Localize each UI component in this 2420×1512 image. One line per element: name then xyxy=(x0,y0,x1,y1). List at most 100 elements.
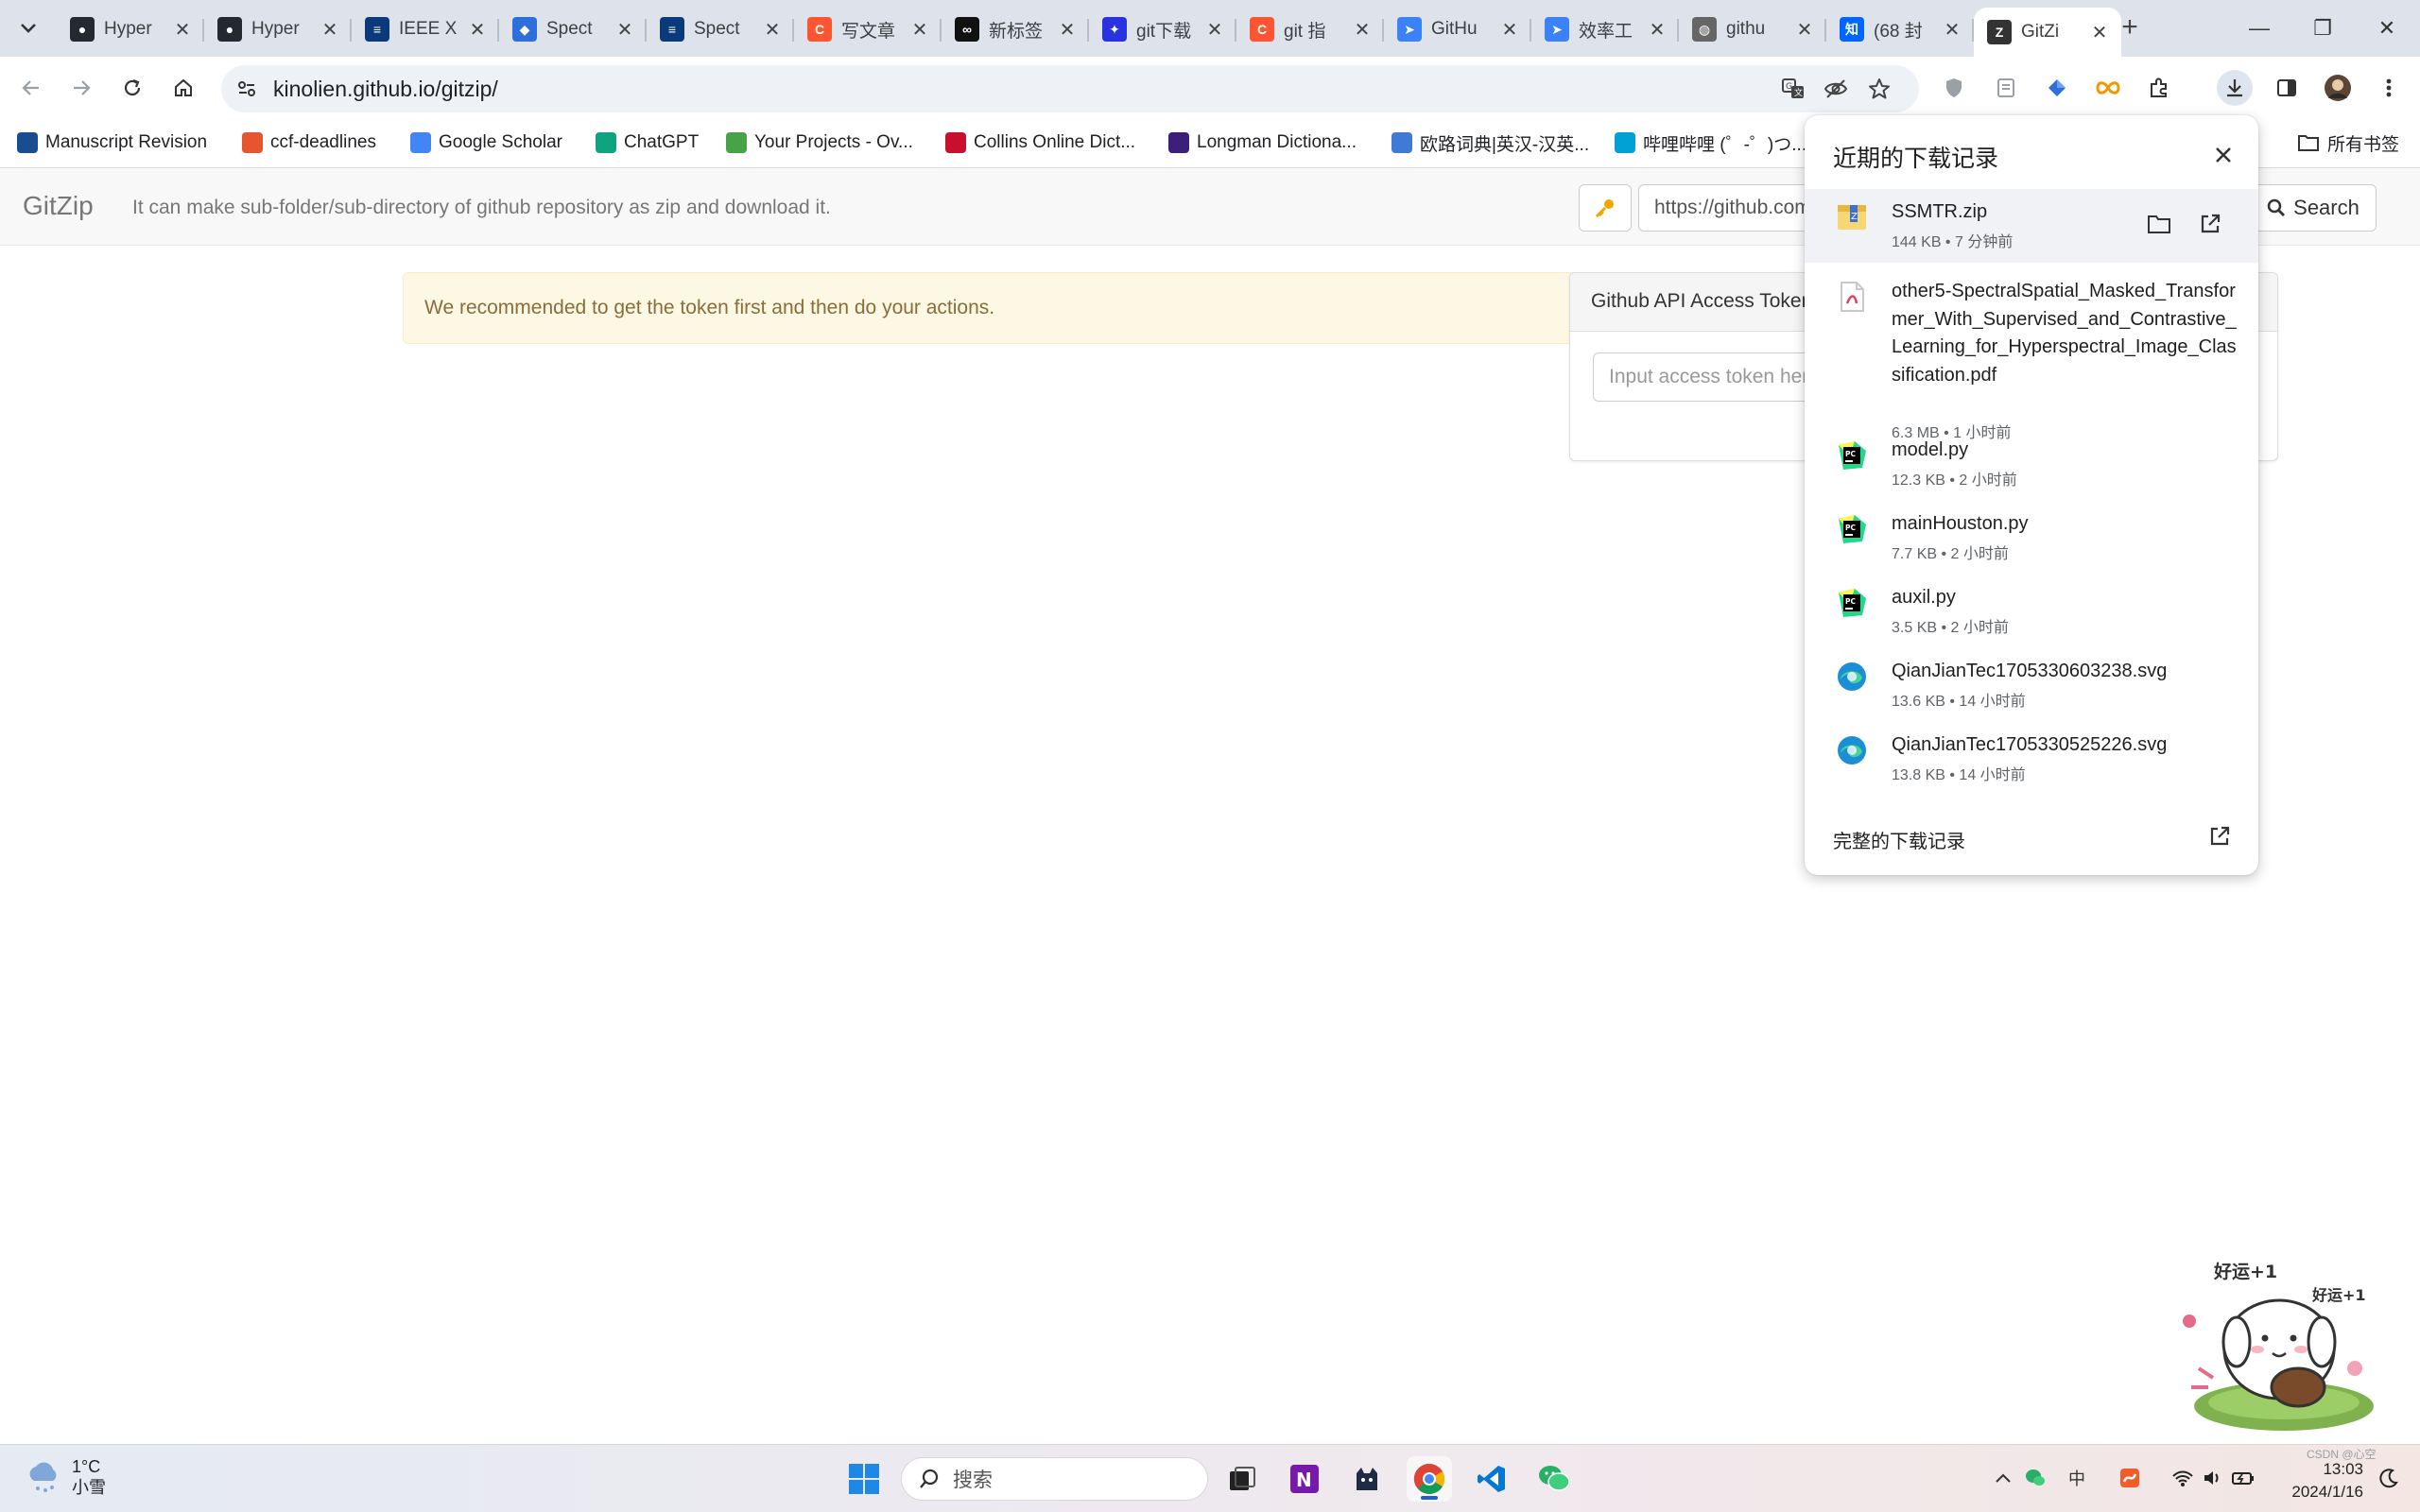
download-item[interactable]: other5-SpectralSpatial_Masked_Transforme… xyxy=(1805,263,2258,441)
task-view-icon[interactable] xyxy=(1219,1456,1265,1502)
tab-close-icon[interactable]: ✕ xyxy=(1352,18,1373,42)
tab-close-icon[interactable]: ✕ xyxy=(762,18,783,42)
downloads-button[interactable] xyxy=(2217,70,2253,106)
tab-title: Spect xyxy=(546,19,593,39)
tab-close-icon[interactable]: ✕ xyxy=(1794,18,1815,42)
bookmark-label: Your Projects - Ov... xyxy=(754,132,913,152)
wechat-icon[interactable] xyxy=(1531,1456,1577,1502)
open-external-icon[interactable] xyxy=(2202,818,2238,854)
bookmark-star-icon[interactable] xyxy=(1865,75,1893,103)
tray-app-icon[interactable] xyxy=(2116,1464,2144,1492)
show-in-folder-icon[interactable] xyxy=(2141,206,2177,242)
eye-off-icon[interactable] xyxy=(1822,75,1850,103)
tab-close-icon[interactable]: ✕ xyxy=(1204,18,1225,42)
tab-title: git 指 xyxy=(1284,21,1326,42)
restore-button[interactable]: ❐ xyxy=(2290,0,2356,57)
tab-4[interactable]: ≡ Spect ✕ xyxy=(647,8,794,51)
bookmark-item[interactable]: Manuscript Revision xyxy=(17,129,207,157)
translate-icon[interactable]: G文 xyxy=(1779,75,1807,103)
open-file-icon[interactable] xyxy=(2192,206,2228,242)
tray-wechat-icon[interactable] xyxy=(2021,1464,2049,1492)
bookmark-item[interactable]: Longman Dictiona... xyxy=(1168,129,1357,157)
download-item[interactable]: PC mainHouston.py 7.7 KB • 2 小时前 xyxy=(1805,497,2258,571)
bookmark-item[interactable]: 欧路词典|英汉-汉英... xyxy=(1392,129,1589,157)
download-item[interactable]: QianJianTec1705330525226.svg 13.8 KB • 14… xyxy=(1805,718,2258,792)
bookmark-item[interactable]: Google Scholar xyxy=(410,129,562,157)
chrome-taskbar-icon[interactable] xyxy=(1407,1456,1452,1502)
bookmark-item[interactable]: Collins Online Dict... xyxy=(945,129,1135,157)
tab-close-icon[interactable]: ✕ xyxy=(1942,18,1962,42)
tab-close-icon[interactable]: ✕ xyxy=(1057,18,1078,42)
tab-search-button[interactable] xyxy=(11,11,45,45)
tab-1[interactable]: ● Hyper ✕ xyxy=(204,8,352,51)
tab-close-icon[interactable]: ✕ xyxy=(909,18,930,42)
tab-close-icon[interactable]: ✕ xyxy=(320,18,340,42)
extension-page-icon[interactable] xyxy=(1988,70,2024,106)
tab-close-icon[interactable]: ✕ xyxy=(1647,18,1668,42)
extension-shield-icon[interactable] xyxy=(1936,70,1972,106)
side-panel-icon[interactable] xyxy=(2269,70,2305,106)
tab-close-icon[interactable]: ✕ xyxy=(172,18,193,42)
onenote-icon[interactable]: N xyxy=(1282,1456,1327,1502)
tab-close-icon[interactable]: ✕ xyxy=(1499,18,1520,42)
token-key-button[interactable] xyxy=(1579,184,1632,232)
tab-close-icon[interactable]: ✕ xyxy=(614,18,635,42)
tab-7[interactable]: ✦ git下载 ✕ xyxy=(1089,8,1236,51)
download-item[interactable]: PC model.py 12.3 KB • 2 小时前 xyxy=(1805,423,2258,497)
tab-13[interactable]: Z GitZi ✕ xyxy=(1974,8,2121,57)
tab-0[interactable]: ● Hyper ✕ xyxy=(57,8,204,51)
forward-button[interactable] xyxy=(63,70,99,106)
tab-8[interactable]: Cgit 指 ✕ xyxy=(1236,8,1384,51)
extension-infinity-icon[interactable] xyxy=(2090,70,2126,106)
full-download-history-link[interactable]: 完整的下载记录 xyxy=(1833,826,1965,853)
tab-5[interactable]: C 写文章 ✕ xyxy=(794,8,942,51)
download-item[interactable]: PC auxil.py 3.5 KB • 2 小时前 xyxy=(1805,571,2258,644)
extensions-puzzle-icon[interactable] xyxy=(2141,70,2177,106)
bookmark-item[interactable]: 哔哩哔哩 (゜-゜)つ... xyxy=(1615,129,1806,157)
close-window-button[interactable]: ✕ xyxy=(2354,0,2420,57)
download-item[interactable]: QianJianTec1705330603238.svg 13.6 KB • 14… xyxy=(1805,644,2258,718)
downloads-bubble: 近期的下载记录 Z SSMTR.zip 144 KB • 7 分钟前 other5-S… xyxy=(1805,115,2258,875)
start-button[interactable] xyxy=(841,1456,887,1502)
weather-widget[interactable]: 1°C 小雪 xyxy=(25,1456,106,1498)
back-button[interactable] xyxy=(13,70,49,106)
minimize-button[interactable]: — xyxy=(2226,0,2292,57)
extension-diamond-icon[interactable] xyxy=(2039,70,2075,106)
address-bar[interactable]: kinolien.github.io/gitzip/ G文 xyxy=(221,65,1919,112)
site-info-icon[interactable] xyxy=(233,75,261,103)
taskbar-search[interactable]: 搜索 xyxy=(901,1457,1208,1501)
tab-6[interactable]: ∞ 新标签 ✕ xyxy=(942,8,1089,51)
home-button[interactable] xyxy=(165,70,201,106)
tray-overflow-chevron-icon[interactable] xyxy=(1989,1464,2017,1492)
all-bookmarks-folder[interactable]: 所有书签 xyxy=(2297,129,2399,157)
bookmark-item[interactable]: ccf-deadlines xyxy=(242,129,376,157)
bookmark-item[interactable]: ChatGPT xyxy=(596,129,699,157)
new-tab-button[interactable]: + xyxy=(2114,11,2146,43)
tab-3[interactable]: ◆ Spect ✕ xyxy=(499,8,647,51)
notification-moon-icon[interactable] xyxy=(2375,1464,2403,1492)
system-clock[interactable]: 13:03 2024/1/16 xyxy=(2269,1458,2363,1503)
bookmark-favicon-icon xyxy=(1392,132,1412,153)
tab-11[interactable]: ◍ githu ✕ xyxy=(1679,8,1826,51)
tab-12[interactable]: 知 (68 封 ✕ xyxy=(1826,8,1974,51)
bookmark-item[interactable]: Your Projects - Ov... xyxy=(726,129,913,157)
download-file-meta: 13.8 KB • 14 小时前 xyxy=(1892,766,2026,783)
volume-icon[interactable] xyxy=(2199,1464,2227,1492)
tab-10[interactable]: ➤ 效率工 ✕ xyxy=(1531,8,1679,51)
profile-avatar[interactable] xyxy=(2320,70,2356,106)
downloads-close-button[interactable] xyxy=(2203,134,2244,176)
cat-app-icon[interactable] xyxy=(1344,1456,1390,1502)
tab-close-icon[interactable]: ✕ xyxy=(2089,21,2110,44)
tab-close-icon[interactable]: ✕ xyxy=(467,18,488,42)
gitzip-brand[interactable]: GitZip xyxy=(23,191,94,221)
reload-button[interactable] xyxy=(114,70,150,106)
wifi-icon[interactable] xyxy=(2169,1464,2197,1492)
input-method-indicator[interactable]: 中 xyxy=(2063,1464,2091,1492)
chrome-menu-icon[interactable] xyxy=(2371,70,2407,106)
battery-icon[interactable] xyxy=(2229,1464,2257,1492)
search-button[interactable]: Search xyxy=(2250,184,2377,232)
download-item[interactable]: Z SSMTR.zip 144 KB • 7 分钟前 xyxy=(1805,189,2258,263)
tab-2[interactable]: ≡ IEEE X ✕ xyxy=(352,8,499,51)
vscode-icon[interactable] xyxy=(1469,1456,1514,1502)
tab-9[interactable]: ➤ GitHu ✕ xyxy=(1384,8,1531,51)
